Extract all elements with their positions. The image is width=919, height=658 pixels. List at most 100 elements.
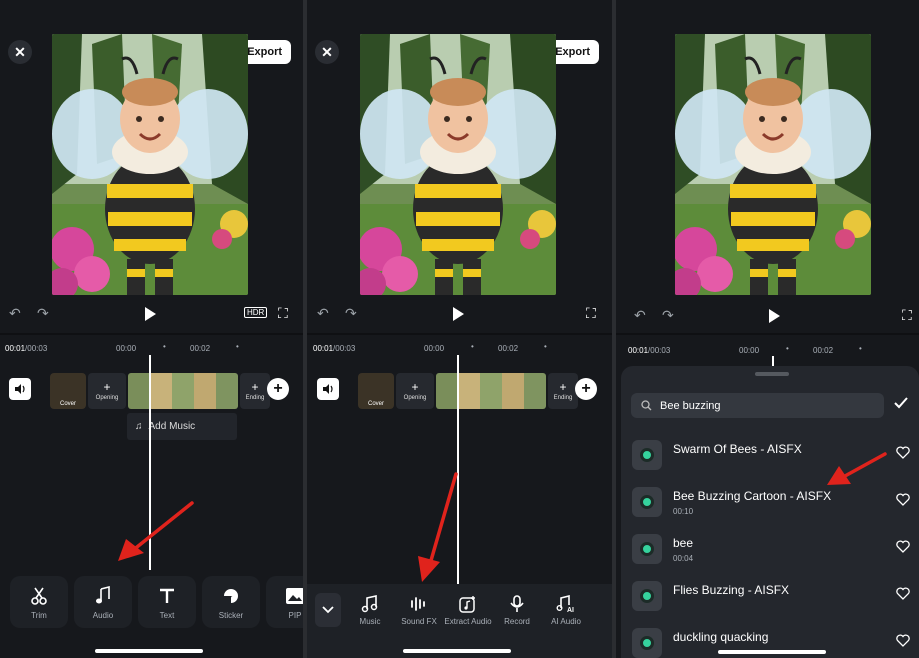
opening-button[interactable]: + Opening	[396, 373, 434, 409]
timecode: 00:01/00:03	[628, 346, 670, 355]
heart-icon[interactable]	[896, 540, 910, 553]
confirm-check-icon[interactable]	[893, 396, 909, 410]
fullscreen-icon[interactable]: ⛶	[278, 305, 288, 322]
track-name: Flies Buzzing - AISFX	[673, 583, 790, 597]
chevron-down-icon	[322, 606, 334, 614]
track-item[interactable]: Flies Buzzing - AISFX	[621, 577, 919, 621]
add-music-track[interactable]: ♫ Add Music	[127, 413, 237, 440]
undo-icon[interactable]: ↶	[634, 307, 646, 324]
tick-dot: •	[786, 344, 789, 353]
add-clip-button[interactable]: +	[575, 378, 597, 400]
annotation-arrow	[118, 501, 194, 561]
track-duration: 00:10	[673, 507, 694, 516]
timeline-divider	[616, 333, 919, 335]
sound-fx-label: Sound FX	[401, 617, 437, 626]
text-label: Text	[159, 610, 175, 620]
close-button[interactable]: ✕	[8, 40, 32, 64]
play-button[interactable]	[142, 306, 158, 322]
close-button[interactable]: ✕	[315, 40, 339, 64]
fullscreen-icon[interactable]: ⛶	[586, 305, 596, 322]
heart-icon[interactable]	[896, 493, 910, 506]
track-name: duckling quacking	[673, 630, 769, 644]
record-tool[interactable]: Record	[491, 594, 543, 627]
pip-icon	[285, 585, 303, 607]
tick-dot: •	[471, 342, 474, 351]
plus-icon: +	[103, 380, 111, 394]
export-label: Export	[247, 46, 283, 58]
play-button[interactable]	[766, 308, 782, 324]
plus-icon: +	[411, 380, 419, 394]
track-name: Bee Buzzing Cartoon - AISFX	[673, 489, 832, 503]
clip-strip[interactable]	[128, 373, 238, 409]
clip-strip[interactable]	[436, 373, 546, 409]
hdr-icon[interactable]: HDR	[244, 307, 268, 318]
home-indicator	[95, 649, 203, 653]
track-disc-icon	[632, 628, 662, 658]
sticker-icon	[221, 585, 241, 607]
play-button[interactable]	[450, 306, 466, 322]
sound-fx-tool[interactable]: Sound FX	[393, 594, 445, 627]
trim-tool[interactable]: Trim	[10, 576, 68, 628]
timecode-current: 00:01	[5, 344, 26, 353]
track-item[interactable]: bee 00:04	[621, 530, 919, 574]
mute-button[interactable]	[317, 378, 339, 400]
editor-panel-sound-fx: ✕ ⇪ Export ↶ ↷ ⛶ 00:01/00:03 00:00 • 00:…	[307, 0, 612, 658]
opening-button[interactable]: + Opening	[88, 373, 126, 409]
scissors-icon	[29, 585, 49, 607]
track-name: Swarm Of Bees - AISFX	[673, 442, 802, 456]
playhead[interactable]	[772, 356, 774, 366]
collapse-button[interactable]	[315, 593, 341, 627]
track-item[interactable]: Bee Buzzing Cartoon - AISFX 00:10	[621, 483, 919, 527]
sticker-label: Sticker	[218, 610, 244, 620]
ai-audio-label: AI Audio	[551, 617, 581, 626]
home-indicator	[718, 650, 826, 654]
tick-dot: •	[163, 342, 166, 351]
redo-icon[interactable]: ↷	[37, 305, 49, 322]
video-preview	[360, 34, 556, 295]
tick-label: 00:02	[190, 344, 211, 353]
cover-thumbnail[interactable]: Cover	[358, 373, 394, 409]
timecode: 00:01/00:03	[5, 344, 47, 353]
opening-label: Opening	[95, 395, 119, 401]
redo-icon[interactable]: ↷	[662, 307, 674, 324]
ending-button[interactable]: + Ending	[240, 373, 270, 409]
timecode-current: 00:01	[628, 346, 649, 355]
audio-tool[interactable]: Audio	[74, 576, 132, 628]
fullscreen-icon[interactable]: ⛶	[902, 307, 912, 324]
heart-icon[interactable]	[896, 634, 910, 647]
search-input[interactable]: Bee buzzing	[631, 393, 884, 418]
track-disc-icon	[632, 581, 662, 611]
undo-icon[interactable]: ↶	[317, 305, 329, 322]
heart-icon[interactable]	[896, 446, 910, 459]
music-tool[interactable]: Music	[344, 594, 396, 627]
export-label: Export	[555, 46, 591, 58]
add-clip-button[interactable]: +	[267, 378, 289, 400]
editor-panel-sound-search: ↶ ↷ ⛶ 00:01/00:03 00:00 • 00:02 • Bee bu…	[616, 0, 919, 658]
text-tool[interactable]: Text	[138, 576, 196, 628]
tick-label: 00:02	[813, 346, 834, 355]
heart-icon[interactable]	[896, 587, 910, 600]
music-icon	[344, 594, 396, 614]
tick-label: 00:00	[424, 344, 445, 353]
ending-button[interactable]: + Ending	[548, 373, 578, 409]
text-icon	[158, 585, 176, 607]
timecode: 00:01/00:03	[313, 344, 355, 353]
extract-audio-tool[interactable]: Extract Audio	[442, 594, 494, 627]
ending-label: Ending	[245, 395, 265, 401]
undo-icon[interactable]: ↶	[9, 305, 21, 322]
cover-thumbnail[interactable]: Cover	[50, 373, 86, 409]
redo-icon[interactable]: ↷	[345, 305, 357, 322]
audio-toolbar: Music Sound FX Extract Audio Record AI A…	[307, 584, 612, 658]
plus-icon: +	[251, 380, 259, 394]
add-music-label: Add Music	[148, 421, 196, 432]
sheet-grabber[interactable]	[755, 372, 789, 376]
svg-text:AI: AI	[567, 607, 574, 613]
video-preview	[52, 34, 248, 295]
timecode-current: 00:01	[313, 344, 334, 353]
ai-audio-tool[interactable]: AI AI Audio	[540, 594, 592, 627]
annotation-arrow	[418, 472, 458, 582]
mute-button[interactable]	[9, 378, 31, 400]
sticker-tool[interactable]: Sticker	[202, 576, 260, 628]
ending-label: Ending	[553, 395, 573, 401]
pip-tool[interactable]: PIP	[266, 576, 303, 628]
